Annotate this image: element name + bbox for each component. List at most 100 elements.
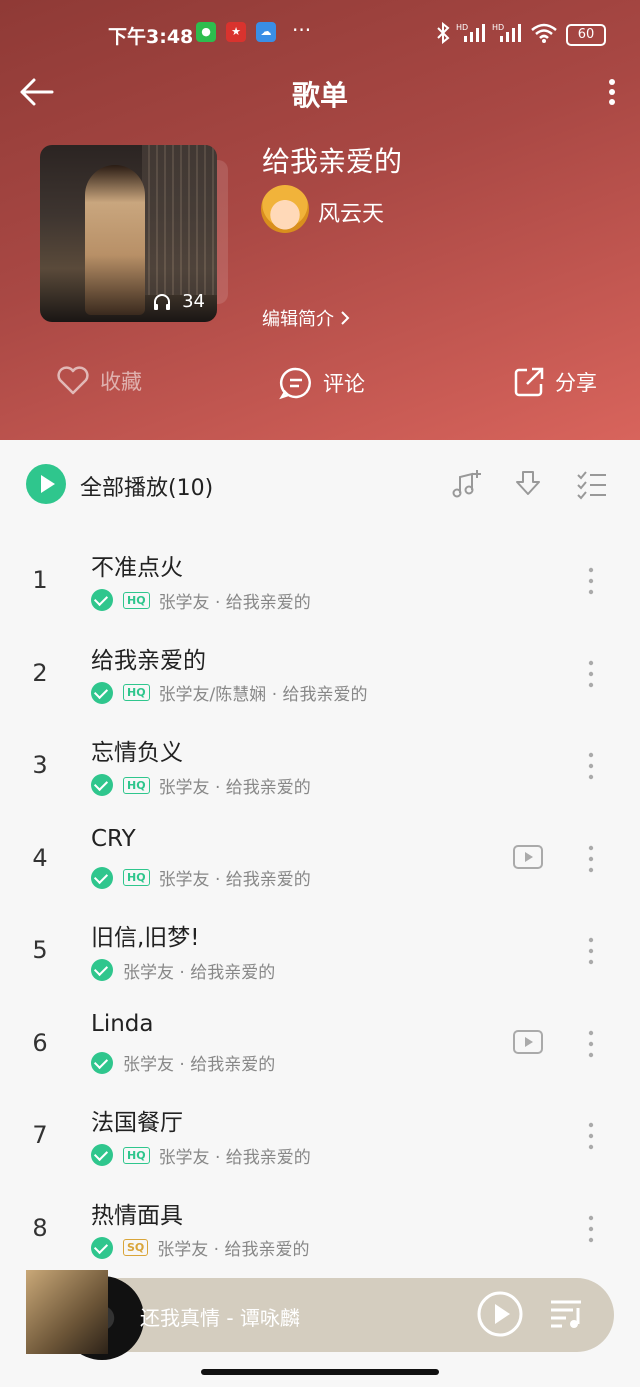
album-art (26, 1270, 108, 1354)
cloud-icon: ☁ (256, 22, 276, 42)
author-avatar[interactable] (261, 185, 309, 233)
quality-badge: HQ (123, 591, 150, 609)
cover-background (142, 145, 217, 295)
collect-button[interactable]: 收藏 (56, 366, 142, 396)
quality-badge: SQ (123, 1239, 149, 1256)
bluetooth-icon (437, 22, 450, 44)
svg-text:HD: HD (456, 23, 468, 32)
song-index: 6 (32, 1028, 48, 1057)
status-bar: 下午3:48 ● ★ ☁ ··· HD HD 60 (0, 18, 640, 52)
downloaded-check-icon (91, 681, 113, 704)
more-notifications-icon: ··· (292, 18, 312, 42)
song-artist-album: 张学友 · 给我亲爱的 (157, 1240, 310, 1260)
song-artist-album: 张学友 · 给我亲爱的 (158, 870, 311, 890)
song-index: 5 (32, 936, 48, 964)
song-more-icon[interactable] (588, 844, 594, 874)
song-index: 3 (32, 751, 48, 779)
song-title[interactable]: 法国餐厅 (91, 1103, 183, 1137)
song-title[interactable]: CRY (91, 826, 136, 852)
song-more-icon[interactable] (588, 566, 594, 596)
mv-video-icon[interactable] (512, 1029, 544, 1055)
play-all-label[interactable]: 全部播放(10) (80, 470, 213, 502)
song-meta: HQ 张学友 · 给我亲爱的 (91, 1143, 311, 1168)
downloaded-check-icon (91, 589, 113, 611)
headphones-icon (154, 293, 171, 310)
song-index: 8 (32, 1213, 48, 1242)
song-row[interactable]: 4 CRY HQ 张学友 · 给我亲爱的 (0, 824, 640, 916)
song-more-icon[interactable] (588, 936, 594, 966)
song-row[interactable]: 2 给我亲爱的 HQ 张学友/陈慧娴 · 给我亲爱的 (0, 639, 640, 731)
play-count: 34 (152, 291, 205, 312)
now-playing-title[interactable]: 还我真情 - 谭咏麟 (140, 1302, 300, 1331)
edit-intro-link[interactable]: 编辑简介 (262, 305, 350, 331)
downloaded-check-icon (91, 866, 113, 889)
song-meta: 张学友 · 给我亲爱的 (91, 958, 275, 983)
song-more-icon[interactable] (588, 1214, 594, 1244)
downloaded-check-icon (91, 1051, 113, 1074)
nav-bar: 歌单 (0, 68, 640, 116)
song-row[interactable]: 6 Linda 张学友 · 给我亲爱的 (0, 1009, 640, 1101)
download-icon[interactable] (512, 468, 544, 500)
page-title: 歌单 (291, 79, 348, 112)
more-options-icon[interactable] (606, 74, 618, 110)
collect-label: 收藏 (100, 370, 142, 394)
downloaded-check-icon (91, 959, 113, 981)
wechat-icon: ● (196, 22, 216, 42)
svg-text:HD: HD (492, 23, 504, 32)
signal-icon: HD (456, 23, 485, 42)
song-artist-album: 张学友/陈慧娴 · 给我亲爱的 (158, 685, 368, 705)
song-title[interactable]: 不准点火 (91, 548, 183, 582)
comment-button[interactable]: 评论 (279, 366, 365, 400)
mv-video-icon[interactable] (512, 844, 544, 870)
song-more-icon[interactable] (588, 1029, 594, 1059)
app-notification-icon: ★ (226, 22, 246, 42)
share-button[interactable]: 分享 (513, 366, 597, 398)
downloaded-check-icon (91, 1236, 113, 1259)
song-title[interactable]: 给我亲爱的 (91, 641, 206, 675)
song-title[interactable]: 旧信,旧梦! (91, 918, 200, 952)
song-meta: SQ 张学友 · 给我亲爱的 (91, 1236, 310, 1260)
playlist-cover[interactable]: 34 (40, 145, 217, 322)
song-row[interactable]: 3 忘情负义 HQ 张学友 · 给我亲爱的 (0, 731, 640, 823)
cover-figure (85, 165, 145, 315)
playlist-header: 下午3:48 ● ★ ☁ ··· HD HD 60 歌单 34 给我亲爱的 风云… (0, 0, 640, 440)
share-label: 分享 (555, 371, 597, 395)
battery-icon: 60 (566, 24, 606, 46)
song-row[interactable]: 5 旧信,旧梦! 张学友 · 给我亲爱的 (0, 916, 640, 1008)
share-icon (514, 367, 544, 397)
song-row[interactable]: 7 法国餐厅 HQ 张学友 · 给我亲爱的 (0, 1101, 640, 1193)
home-indicator[interactable] (201, 1369, 439, 1375)
comment-label: 评论 (323, 372, 365, 396)
play-count-value: 34 (182, 291, 205, 312)
heart-icon (57, 366, 89, 395)
mini-player-artwork[interactable] (26, 1270, 144, 1360)
song-index: 4 (32, 843, 48, 872)
comment-icon (279, 367, 311, 400)
playlist-queue-icon[interactable] (548, 1296, 584, 1332)
song-meta: HQ 张学友 · 给我亲爱的 (91, 588, 311, 613)
playlist-title: 给我亲爱的 (262, 145, 403, 178)
song-title[interactable]: Linda (91, 1011, 153, 1037)
song-artist-album: 张学友 · 给我亲爱的 (158, 777, 311, 798)
author-name[interactable]: 风云天 (318, 196, 384, 228)
status-time: 下午3:48 (108, 26, 194, 48)
quality-badge: HQ (123, 684, 150, 701)
quality-badge: HQ (123, 776, 150, 794)
song-more-icon[interactable] (588, 751, 594, 781)
song-title[interactable]: 热情面具 (91, 1196, 183, 1230)
downloaded-check-icon (91, 774, 113, 796)
play-all-button[interactable] (26, 464, 66, 504)
song-more-icon[interactable] (588, 1121, 594, 1151)
song-artist-album: 张学友 · 给我亲爱的 (123, 1055, 276, 1075)
edit-intro-label: 编辑简介 (262, 309, 334, 330)
add-music-icon[interactable] (450, 468, 482, 500)
multi-select-icon[interactable] (576, 468, 608, 500)
song-row[interactable]: 1 不准点火 HQ 张学友 · 给我亲爱的 (0, 546, 640, 638)
song-meta: HQ 张学友/陈慧娴 · 给我亲爱的 (91, 681, 368, 705)
play-icon[interactable] (476, 1290, 524, 1338)
song-list-header: 全部播放(10) (0, 460, 640, 512)
song-title[interactable]: 忘情负义 (91, 733, 183, 767)
song-more-icon[interactable] (588, 659, 594, 689)
song-artist-album: 张学友 · 给我亲爱的 (158, 1147, 311, 1168)
chevron-right-icon (341, 311, 350, 325)
